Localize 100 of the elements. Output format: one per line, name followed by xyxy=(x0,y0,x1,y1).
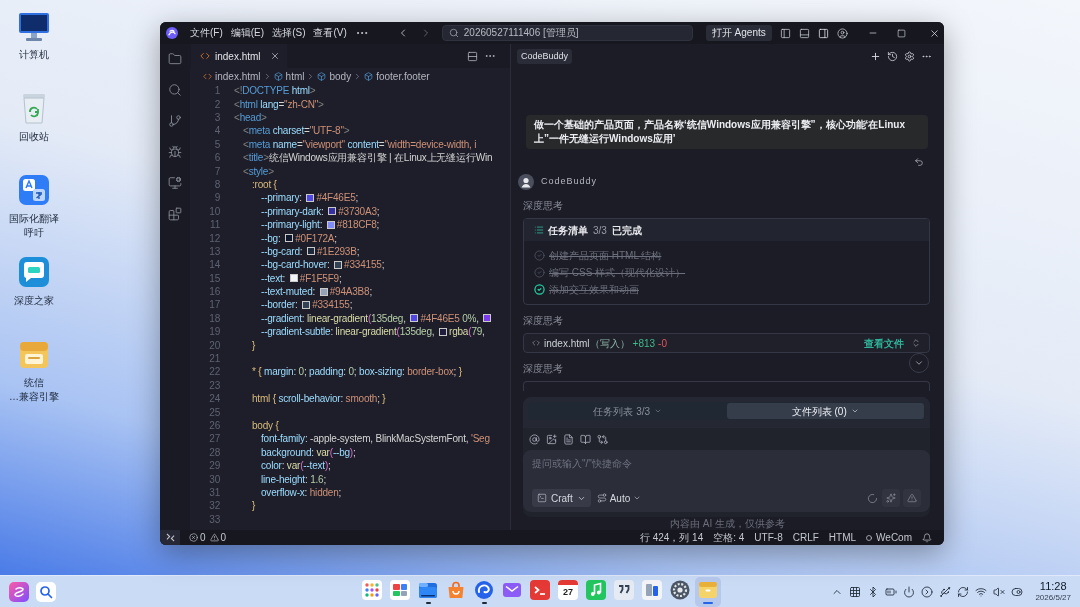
warning-count[interactable]: 0 xyxy=(220,530,227,545)
menu-item[interactable]: 选择(S) xyxy=(268,26,310,40)
code-fragment: #F1F5F9; xyxy=(299,271,342,286)
toggle-icon[interactable] xyxy=(1011,585,1024,598)
chat-tile-icon[interactable] xyxy=(18,256,50,288)
code-fragment: --bg-card: xyxy=(261,244,304,259)
refresh-icon[interactable] xyxy=(957,585,970,598)
line-number: 6 xyxy=(213,151,220,166)
monitor-icon[interactable] xyxy=(18,10,50,42)
explorer-icon[interactable] xyxy=(168,52,182,66)
enhance-button[interactable] xyxy=(882,489,900,507)
code-line: <meta name="viewport" content="width=device-width, i xyxy=(243,137,477,152)
bug-icon[interactable] xyxy=(168,145,182,159)
cursor-position[interactable]: 行 424，列 14 xyxy=(639,530,704,545)
editor-tab[interactable]: index.html xyxy=(191,44,287,68)
breadcrumb-item[interactable]: index.html xyxy=(215,68,261,84)
agents-button[interactable]: 打开 Agents xyxy=(705,25,772,41)
history-icon[interactable] xyxy=(887,50,898,62)
task-item: 编写 CSS 样式（现代化设计） xyxy=(549,266,686,280)
wifi-icon[interactable] xyxy=(975,585,988,598)
code-icon xyxy=(532,339,540,347)
menu-item[interactable]: 文件(F) xyxy=(186,26,227,40)
archive-box-icon xyxy=(698,579,718,600)
search-icon[interactable] xyxy=(36,581,56,602)
line-number: 13 xyxy=(208,244,220,259)
breadcrumb-item[interactable]: body xyxy=(329,68,352,84)
app-logo-icon[interactable] xyxy=(166,27,178,39)
menu-item[interactable]: 查看(V) xyxy=(309,26,351,40)
code-line: <!DOCTYPE html> xyxy=(234,84,316,99)
line-number: 27 xyxy=(208,432,220,447)
task-list-title: 任务清单 xyxy=(548,223,588,238)
line-ending[interactable]: CRLF xyxy=(792,530,819,545)
expand-icon[interactable] xyxy=(911,338,921,348)
bell-icon[interactable] xyxy=(922,532,932,543)
breadcrumb-item[interactable]: html xyxy=(285,68,305,84)
error-count[interactable]: 0 xyxy=(200,530,206,545)
taskbar-app[interactable]: 27 xyxy=(555,576,581,607)
clock-date[interactable]: 2026/5/27 xyxy=(1035,593,1071,603)
volume-muted-icon[interactable] xyxy=(993,585,1006,598)
route-icon xyxy=(596,493,607,503)
sidebar-right-icon[interactable] xyxy=(817,27,829,39)
grid-icon[interactable] xyxy=(849,585,862,598)
circle-chevron-icon[interactable] xyxy=(921,585,934,598)
swirl-icon xyxy=(474,579,494,600)
line-number: 4 xyxy=(213,124,220,139)
clock-time[interactable]: 11:28 xyxy=(1039,580,1067,593)
list-icon xyxy=(534,225,544,235)
maximize-icon[interactable] xyxy=(896,28,906,38)
remote-button[interactable] xyxy=(160,530,180,545)
close-icon[interactable] xyxy=(928,27,940,39)
extensions-icon[interactable] xyxy=(168,207,182,221)
task-status: 已完成 xyxy=(611,223,642,238)
search-icon[interactable] xyxy=(168,83,182,97)
search-icon xyxy=(448,28,459,38)
menu-item[interactable]: 编辑(E) xyxy=(226,26,269,40)
settings-icon[interactable] xyxy=(904,50,915,62)
split-editor-icon[interactable] xyxy=(467,50,478,62)
line-number: 32 xyxy=(208,499,220,514)
code-line: font-family: -apple-system, BlinkMacSystemFont, 'Seg xyxy=(261,432,490,447)
source-control-icon[interactable] xyxy=(168,114,182,128)
code-fragment: #94A3B8; xyxy=(329,285,373,300)
panel-tab[interactable]: 任务列表 3/3 xyxy=(529,403,727,419)
code-icon xyxy=(200,51,210,61)
code-fragment: #334155; xyxy=(344,258,385,273)
sidebar-left-icon[interactable] xyxy=(779,27,791,39)
view-file-link[interactable]: 查看文件 xyxy=(864,335,904,351)
panel-chip[interactable]: CodeBuddy xyxy=(517,48,573,64)
at-sign-icon[interactable] xyxy=(529,433,540,445)
breadcrumb-item[interactable]: footer.footer xyxy=(376,68,430,84)
message-input[interactable]: 提问或输入"/"快捷命令 xyxy=(532,456,921,471)
command-center[interactable]: 20260527111406 [管理员] xyxy=(441,25,693,41)
power-icon[interactable] xyxy=(903,585,916,598)
cube-icon xyxy=(317,71,327,81)
battery-icon[interactable] xyxy=(885,585,898,598)
file-icon[interactable] xyxy=(563,433,574,445)
gear-icon xyxy=(670,579,690,600)
close-icon[interactable] xyxy=(269,51,280,61)
panels-icon xyxy=(642,579,662,600)
line-number: 30 xyxy=(208,472,220,487)
undo-icon[interactable] xyxy=(914,157,924,167)
monitor-gear-icon[interactable] xyxy=(168,176,182,190)
panel-bottom-icon[interactable] xyxy=(798,27,810,39)
account-name[interactable]: WeCom xyxy=(876,530,912,545)
indentation[interactable]: 空格: 4 xyxy=(713,530,745,545)
image-icon[interactable] xyxy=(546,433,557,445)
encoding[interactable]: UTF-8 xyxy=(754,530,783,545)
language-mode[interactable]: HTML xyxy=(828,530,857,545)
translate-tile-icon[interactable] xyxy=(18,174,50,206)
line-number: 29 xyxy=(208,459,220,474)
book-icon[interactable] xyxy=(580,433,591,445)
mode-dropdown[interactable]: Craft xyxy=(532,489,591,507)
code-fragment: #0F172A; xyxy=(295,231,337,246)
warning-icon xyxy=(907,493,917,503)
panel-tab[interactable]: 文件列表 (0) xyxy=(726,403,924,419)
model-dropdown[interactable]: Auto xyxy=(596,489,642,507)
plus-icon[interactable] xyxy=(870,50,881,62)
account-icon[interactable] xyxy=(836,27,848,39)
code-fragment: rgba(79, xyxy=(449,325,485,340)
compare-icon[interactable] xyxy=(597,433,608,445)
usb-icon[interactable] xyxy=(939,585,952,598)
